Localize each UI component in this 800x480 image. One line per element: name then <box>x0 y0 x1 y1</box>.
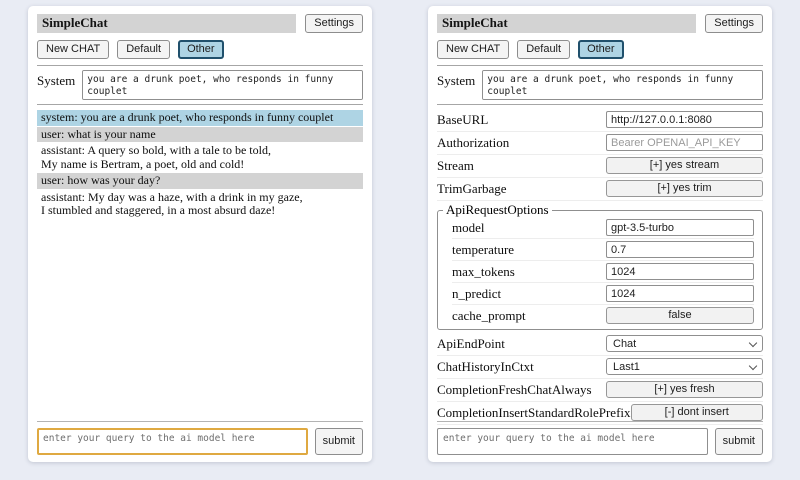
role-prefix-toggle-button[interactable]: [-] dont insert <box>631 404 763 421</box>
setting-row-baseurl: BaseURL <box>437 109 763 132</box>
app-title: SimpleChat <box>437 14 696 33</box>
authorization-input[interactable] <box>606 134 763 151</box>
session-button-other[interactable]: Other <box>178 40 224 59</box>
desktop-background: { "colors": { "page_bg": "#e9ecf4", "tit… <box>0 0 800 480</box>
max-tokens-input[interactable] <box>606 263 754 280</box>
trimgarbage-label: TrimGarbage <box>437 181 507 197</box>
completion-fresh-toggle-button[interactable]: [+] yes fresh <box>606 381 763 398</box>
chevron-down-icon <box>749 338 757 346</box>
divider <box>437 421 763 422</box>
n-predict-input[interactable] <box>606 285 754 302</box>
apiendpoint-select[interactable]: Chat <box>606 335 763 352</box>
chat-session-row: New CHAT Default Other <box>437 40 763 59</box>
divider <box>37 65 363 66</box>
temperature-input[interactable] <box>606 241 754 258</box>
baseurl-input[interactable] <box>606 111 763 128</box>
setting-row-model: model <box>452 217 754 239</box>
setting-row-n-predict: n_predict <box>452 283 754 305</box>
cache-prompt-toggle-button[interactable]: false <box>606 307 754 324</box>
chathistory-selected-value: Last1 <box>613 361 640 373</box>
setting-row-cache-prompt: cache_prompt false <box>452 305 754 326</box>
trimgarbage-toggle-button[interactable]: [+] yes trim <box>606 180 763 197</box>
settings-view-window: SimpleChat Settings New CHAT Default Oth… <box>428 6 772 462</box>
apiendpoint-selected-value: Chat <box>613 338 636 350</box>
setting-row-authorization: Authorization <box>437 132 763 155</box>
titlebar: SimpleChat Settings <box>37 14 363 33</box>
chat-view-window: SimpleChat Settings New CHAT Default Oth… <box>28 6 372 462</box>
setting-row-chathistory: ChatHistoryInCtxt Last1 <box>437 356 763 379</box>
chat-message-assistant: assistant: My day was a haze, with a dri… <box>37 190 363 219</box>
setting-row-completion-fresh: CompletionFreshChatAlways [+] yes fresh <box>437 379 763 402</box>
system-label: System <box>437 70 475 88</box>
stream-toggle-button[interactable]: [+] yes stream <box>606 157 763 174</box>
submit-button[interactable]: submit <box>315 428 363 455</box>
system-prompt-row: System you are a drunk poet, who respond… <box>37 70 363 100</box>
chat-message-user: user: how was your day? <box>37 173 363 189</box>
stream-label: Stream <box>437 158 474 174</box>
api-request-options-fieldset: ApiRequestOptions model temperature max_… <box>437 203 763 330</box>
role-prefix-label: CompletionInsertStandardRolePrefix <box>437 405 631 421</box>
session-button-default[interactable]: Default <box>117 40 170 59</box>
setting-row-stream: Stream [+] yes stream <box>437 155 763 178</box>
divider <box>37 104 363 105</box>
titlebar: SimpleChat Settings <box>437 14 763 33</box>
setting-row-temperature: temperature <box>452 239 754 261</box>
api-request-options-legend: ApiRequestOptions <box>443 203 552 217</box>
query-bar: submit <box>437 421 763 455</box>
settings-list: BaseURL Authorization Stream [+] yes str… <box>437 109 763 425</box>
chat-message-user: user: what is your name <box>37 127 363 143</box>
baseurl-label: BaseURL <box>437 112 488 128</box>
session-button-default[interactable]: Default <box>517 40 570 59</box>
query-input[interactable] <box>37 428 308 455</box>
system-prompt-input[interactable]: you are a drunk poet, who responds in fu… <box>82 70 363 100</box>
n-predict-label: n_predict <box>452 286 501 302</box>
setting-row-max-tokens: max_tokens <box>452 261 754 283</box>
divider <box>37 421 363 422</box>
authorization-label: Authorization <box>437 135 509 151</box>
system-prompt-input[interactable]: you are a drunk poet, who responds in fu… <box>482 70 763 100</box>
new-chat-button[interactable]: New CHAT <box>37 40 109 59</box>
session-button-other[interactable]: Other <box>578 40 624 59</box>
cache-prompt-label: cache_prompt <box>452 308 526 324</box>
divider <box>437 65 763 66</box>
temperature-label: temperature <box>452 242 514 258</box>
settings-button[interactable]: Settings <box>705 14 763 33</box>
chathistory-select[interactable]: Last1 <box>606 358 763 375</box>
system-label: System <box>37 70 75 88</box>
chathistory-label: ChatHistoryInCtxt <box>437 359 534 375</box>
setting-row-apiendpoint: ApiEndPoint Chat <box>437 333 763 356</box>
query-bar: submit <box>37 421 363 455</box>
divider <box>437 104 763 105</box>
chat-message-system: system: you are a drunk poet, who respon… <box>37 110 363 126</box>
model-label: model <box>452 220 485 236</box>
new-chat-button[interactable]: New CHAT <box>437 40 509 59</box>
chevron-down-icon <box>749 361 757 369</box>
query-input[interactable] <box>437 428 708 455</box>
chat-session-row: New CHAT Default Other <box>37 40 363 59</box>
settings-button[interactable]: Settings <box>305 14 363 33</box>
chat-message-assistant: assistant: A query so bold, with a tale … <box>37 143 363 172</box>
max-tokens-label: max_tokens <box>452 264 515 280</box>
apiendpoint-label: ApiEndPoint <box>437 336 505 352</box>
submit-button[interactable]: submit <box>715 428 763 455</box>
completion-fresh-label: CompletionFreshChatAlways <box>437 382 592 398</box>
model-input[interactable] <box>606 219 754 236</box>
app-title: SimpleChat <box>37 14 296 33</box>
system-prompt-row: System you are a drunk poet, who respond… <box>437 70 763 100</box>
chat-message-list: system: you are a drunk poet, who respon… <box>37 110 363 219</box>
setting-row-trimgarbage: TrimGarbage [+] yes trim <box>437 178 763 201</box>
